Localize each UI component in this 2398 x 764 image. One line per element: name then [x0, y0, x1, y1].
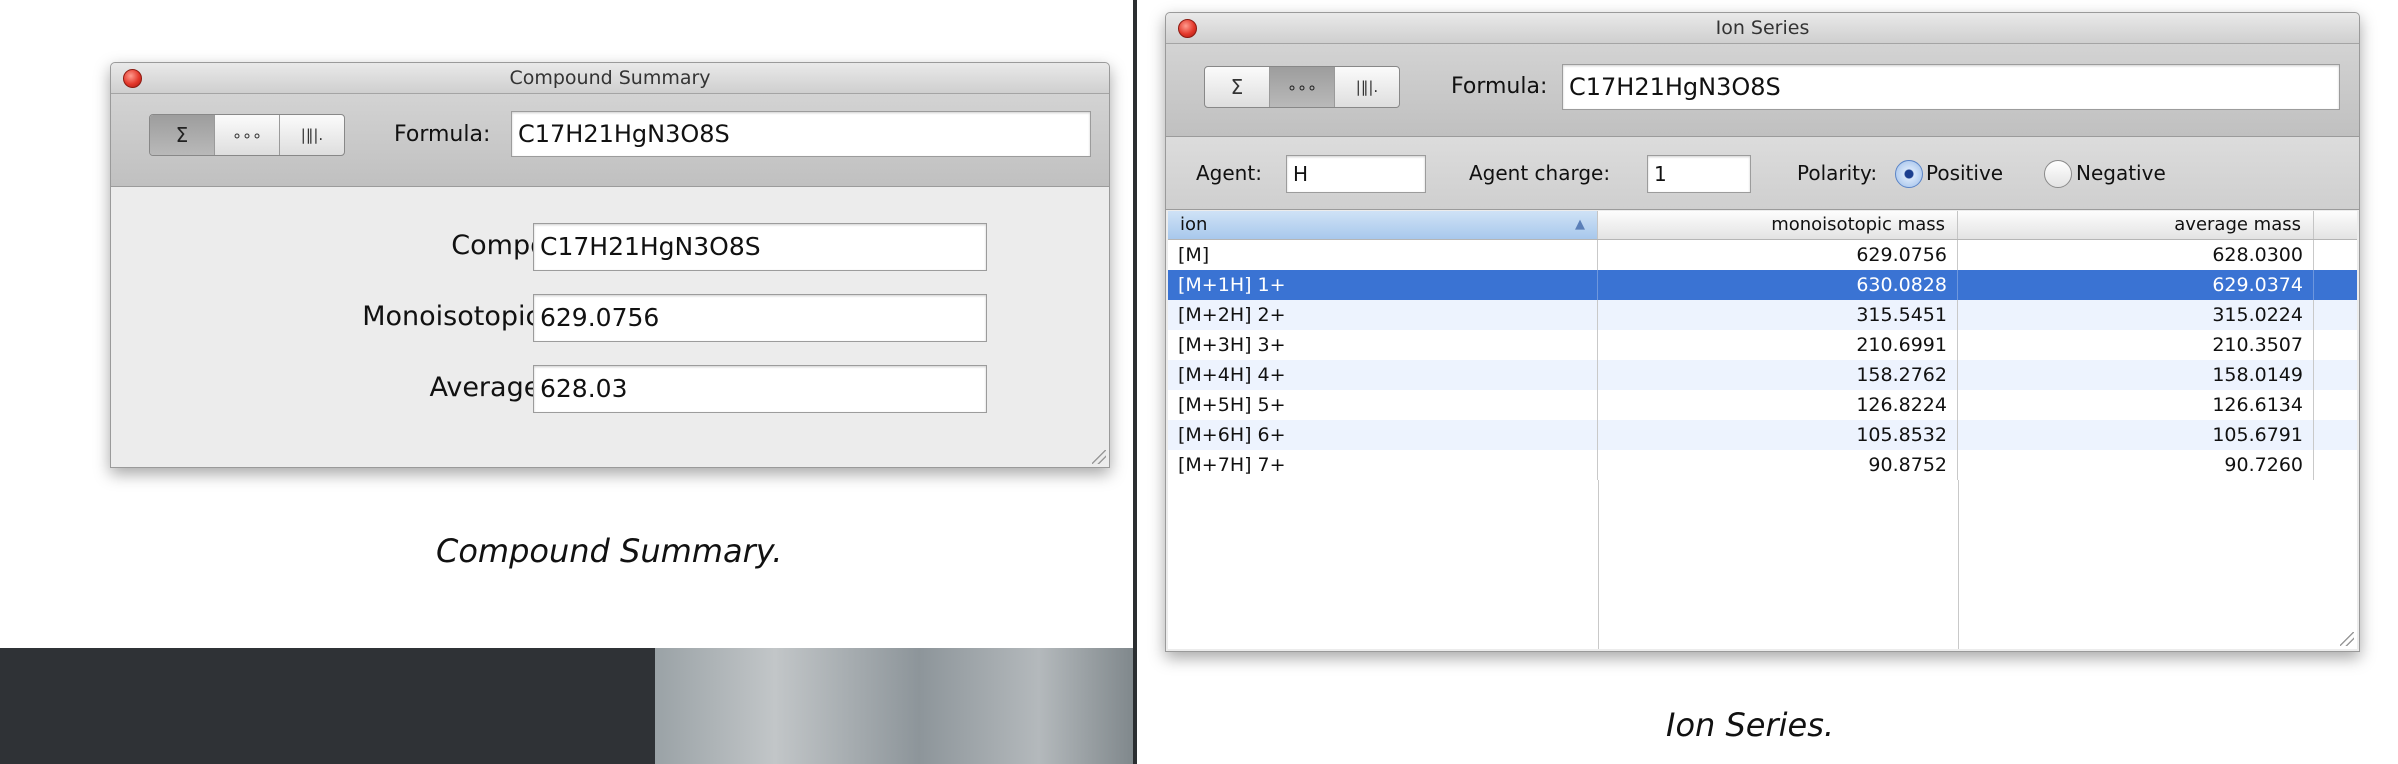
positive-label: Positive	[1926, 161, 2004, 185]
spectrum-icon[interactable]: |‖|.	[280, 115, 344, 155]
formula-label: Formula:	[1451, 74, 1548, 99]
formula-input[interactable]: C17H21HgN3O8S	[511, 111, 1091, 157]
agent-charge-label: Agent charge:	[1469, 161, 1611, 185]
spectrum-icon[interactable]: |‖|.	[1335, 67, 1399, 107]
molecule-icon[interactable]: ∘∘∘	[1270, 67, 1335, 107]
resize-grip[interactable]	[1092, 450, 1106, 464]
monoisotopic-mass-field[interactable]: 629.0756	[533, 294, 987, 342]
column-divider	[1598, 480, 1599, 649]
view-segmented-control[interactable]: Σ ∘∘∘ |‖|.	[1204, 66, 1400, 108]
table-row[interactable]: [M+5H] 5+ 126.8224 126.6134	[1168, 390, 2357, 420]
column-divider	[1958, 480, 1959, 649]
table-row[interactable]: [M+2H] 2+ 315.5451 315.0224	[1168, 300, 2357, 330]
column-header-monoisotopic-mass[interactable]: monoisotopic mass	[1598, 211, 1958, 239]
resize-grip[interactable]	[2340, 632, 2354, 646]
composition-field[interactable]: C17H21HgN3O8S	[533, 223, 987, 271]
column-header-average-mass[interactable]: average mass	[1958, 211, 2314, 239]
polarity-label: Polarity:	[1797, 161, 1878, 185]
sigma-icon[interactable]: Σ	[150, 115, 215, 155]
negative-radio[interactable]	[2044, 160, 2072, 188]
average-mass-field[interactable]: 628.03	[533, 365, 987, 413]
compound-summary-window: Compound Summary Σ ∘∘∘ |‖|. Formula: C17…	[110, 62, 1110, 468]
divider	[1133, 0, 1137, 764]
agent-charge-input[interactable]: 1	[1647, 155, 1751, 193]
compound-summary-caption: Compound Summary.	[436, 532, 783, 570]
table-row[interactable]: [M+7H] 7+ 90.8752 90.7260	[1168, 450, 2357, 480]
view-segmented-control[interactable]: Σ ∘∘∘ |‖|.	[149, 114, 345, 156]
sigma-icon[interactable]: Σ	[1205, 67, 1270, 107]
window-titlebar[interactable]: Compound Summary	[111, 63, 1109, 94]
close-button[interactable]	[1178, 19, 1197, 38]
wallpaper-photo	[655, 648, 1135, 764]
table-row-selected[interactable]: [M+1H] 1+ 630.0828 629.0374	[1168, 270, 2357, 300]
ion-series-caption: Ion Series.	[1666, 706, 1835, 744]
table-row[interactable]: [M+6H] 6+ 105.8532 105.6791	[1168, 420, 2357, 450]
toolbar: Σ ∘∘∘ |‖|. Formula: C17H21HgN3O8S	[1166, 44, 2359, 137]
close-button[interactable]	[123, 69, 142, 88]
window-title: Ion Series	[1715, 17, 1810, 39]
ion-series-window: Ion Series Σ ∘∘∘ |‖|. Formula: C17H21HgN…	[1165, 12, 2360, 652]
column-header-ion[interactable]: ion ▲	[1168, 211, 1598, 239]
toolbar: Σ ∘∘∘ |‖|. Formula: C17H21HgN3O8S	[111, 94, 1109, 187]
agent-input[interactable]: H	[1286, 155, 1426, 193]
table-header: ion ▲ monoisotopic mass average mass	[1168, 211, 2357, 240]
positive-radio[interactable]	[1895, 160, 1923, 188]
window-title: Compound Summary	[509, 67, 711, 89]
formula-input[interactable]: C17H21HgN3O8S	[1562, 64, 2340, 110]
table-row[interactable]: [M+3H] 3+ 210.6991 210.3507	[1168, 330, 2357, 360]
agent-label: Agent:	[1196, 161, 1262, 185]
formula-label: Formula:	[394, 122, 491, 147]
table-row[interactable]: [M+4H] 4+ 158.2762 158.0149	[1168, 360, 2357, 390]
molecule-icon[interactable]: ∘∘∘	[215, 115, 280, 155]
sort-ascending-icon: ▲	[1575, 217, 1585, 232]
ion-table: ion ▲ monoisotopic mass average mass [M]…	[1168, 211, 2357, 649]
negative-label: Negative	[2076, 161, 2166, 185]
agent-bar: Agent: H Agent charge: 1 Polarity: Posit…	[1166, 137, 2359, 210]
window-titlebar[interactable]: Ion Series	[1166, 13, 2359, 44]
table-row[interactable]: [M] 629.0756 628.0300	[1168, 240, 2357, 270]
